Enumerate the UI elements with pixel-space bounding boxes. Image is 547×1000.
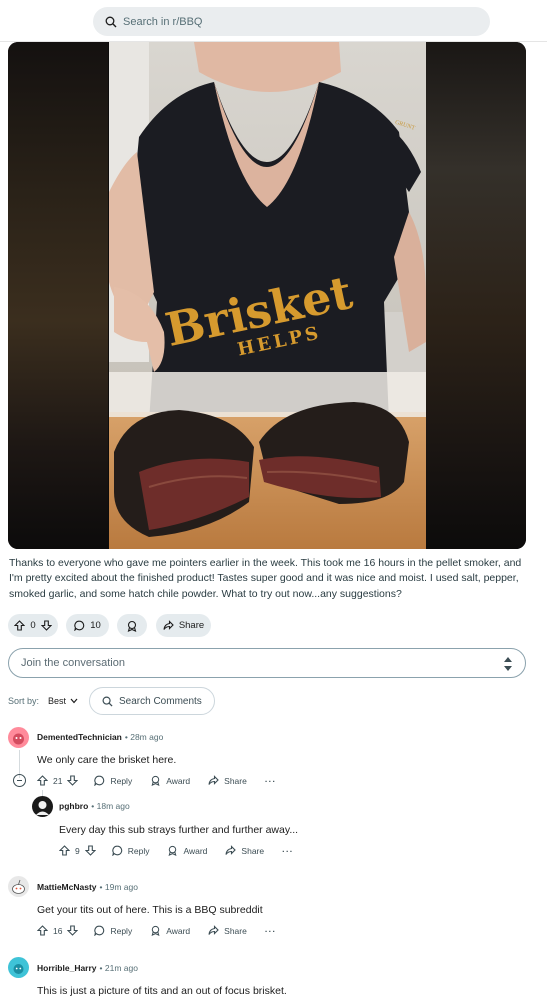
award-icon (151, 925, 160, 936)
vote-pill: 0 (8, 614, 58, 637)
sort-row: Sort by: Best Search Comments (8, 687, 308, 715)
chevron-down-icon (70, 698, 78, 704)
comment-vote-count: 16 (53, 925, 63, 936)
comment-header: Horrible_Harry • 21m ago (37, 963, 138, 973)
search-comments-input[interactable]: Search Comments (89, 687, 215, 715)
comment-header: DementedTechnician • 28m ago (37, 732, 164, 742)
join-placeholder: Join the conversation (21, 657, 125, 669)
sort-dropdown[interactable]: Best (48, 696, 78, 706)
award-button[interactable]: Award (150, 925, 190, 936)
award-button[interactable]: Award (150, 775, 190, 786)
avatar[interactable] (8, 727, 29, 748)
comment-header: pghbro • 18m ago (59, 801, 130, 811)
share-button[interactable]: Share (208, 775, 247, 786)
search-comments-placeholder: Search Comments (119, 695, 202, 707)
share-icon (208, 775, 219, 785)
post-media[interactable]: GRUNT Brisket HELPS (8, 42, 526, 549)
search-icon (102, 696, 113, 707)
comment-header: MattieMcNasty • 19m ago (37, 882, 138, 892)
comment-vote-count: 21 (53, 775, 63, 786)
reply-button[interactable]: Reply (94, 925, 132, 936)
sort-label: Sort by: (8, 696, 40, 706)
sort-value: Best (48, 696, 67, 706)
comment-vote-count: 9 (75, 845, 80, 856)
comment-icon (74, 620, 85, 631)
reply-button[interactable]: Reply (94, 775, 132, 786)
share-icon (225, 845, 237, 855)
comment-icon (94, 925, 105, 936)
avatar[interactable] (8, 957, 29, 978)
comment-actions: 9 Reply Award Share ··· (59, 845, 294, 856)
share-button[interactable]: Share (225, 845, 264, 856)
award-icon (126, 620, 138, 632)
comment-actions: 16 Reply Award Share ··· (37, 925, 276, 936)
upvote-icon[interactable] (14, 620, 26, 631)
comments-button[interactable]: 10 (66, 614, 109, 637)
comment-time: 19m ago (104, 882, 138, 892)
more-icon[interactable]: ··· (265, 776, 277, 786)
share-button[interactable]: Share (208, 925, 247, 936)
reply-button[interactable]: Reply (112, 845, 149, 856)
subreddit-search-bar[interactable]: Search in r/BBQ (93, 7, 490, 36)
post-image: GRUNT Brisket HELPS (109, 42, 426, 549)
share-icon (163, 620, 174, 631)
award-icon (151, 775, 160, 786)
award-icon (168, 845, 177, 856)
share-label: Share (178, 620, 205, 631)
join-conversation-input[interactable]: Join the conversation (8, 648, 526, 678)
downvote-icon[interactable] (40, 620, 52, 631)
comment-icon (112, 845, 122, 856)
comment-text: Every day this sub strays further and fu… (59, 824, 299, 836)
comment-time: 18m ago (96, 801, 130, 811)
comment-username[interactable]: DementedTechnician (37, 732, 122, 742)
share-icon (208, 925, 219, 935)
comment-actions: 21 Reply Award Share ··· (37, 775, 276, 786)
more-icon[interactable]: ··· (265, 926, 277, 936)
vote-count: 0 (30, 620, 36, 631)
expand-icon (504, 657, 512, 671)
media-blur-right (426, 42, 526, 549)
top-bar: Search in r/BBQ (0, 0, 547, 42)
downvote-icon[interactable] (67, 775, 79, 786)
search-placeholder: Search in r/BBQ (123, 15, 203, 28)
comment-count: 10 (90, 620, 101, 631)
share-button[interactable]: Share (156, 614, 211, 637)
comment-username[interactable]: pghbro (59, 801, 88, 811)
award-button[interactable] (117, 614, 147, 637)
comment-text: Get your tits out of here. This is a BBQ… (37, 904, 263, 916)
comment-time: 21m ago (104, 963, 138, 973)
downvote-icon[interactable] (67, 925, 79, 936)
upvote-icon[interactable] (59, 845, 70, 856)
avatar[interactable] (8, 876, 29, 897)
more-icon[interactable]: ··· (282, 846, 294, 856)
upvote-icon[interactable] (37, 925, 48, 936)
upvote-icon[interactable] (37, 775, 48, 786)
comment-username[interactable]: Horrible_Harry (37, 963, 97, 973)
award-button[interactable]: Award (167, 845, 207, 856)
comment-icon (94, 775, 105, 786)
search-icon (105, 16, 117, 27)
downvote-icon[interactable] (84, 845, 96, 856)
media-blur-left (8, 42, 108, 549)
comment-time: 28m ago (130, 732, 164, 742)
avatar[interactable] (32, 796, 53, 817)
collapse-icon[interactable] (13, 774, 26, 787)
comment-username[interactable]: MattieMcNasty (37, 882, 97, 892)
comment-text: This is just a picture of tits and an ou… (37, 985, 287, 997)
post-body: Thanks to everyone who gave me pointers … (9, 557, 522, 600)
comment-text: We only care the brisket here. (37, 754, 177, 766)
